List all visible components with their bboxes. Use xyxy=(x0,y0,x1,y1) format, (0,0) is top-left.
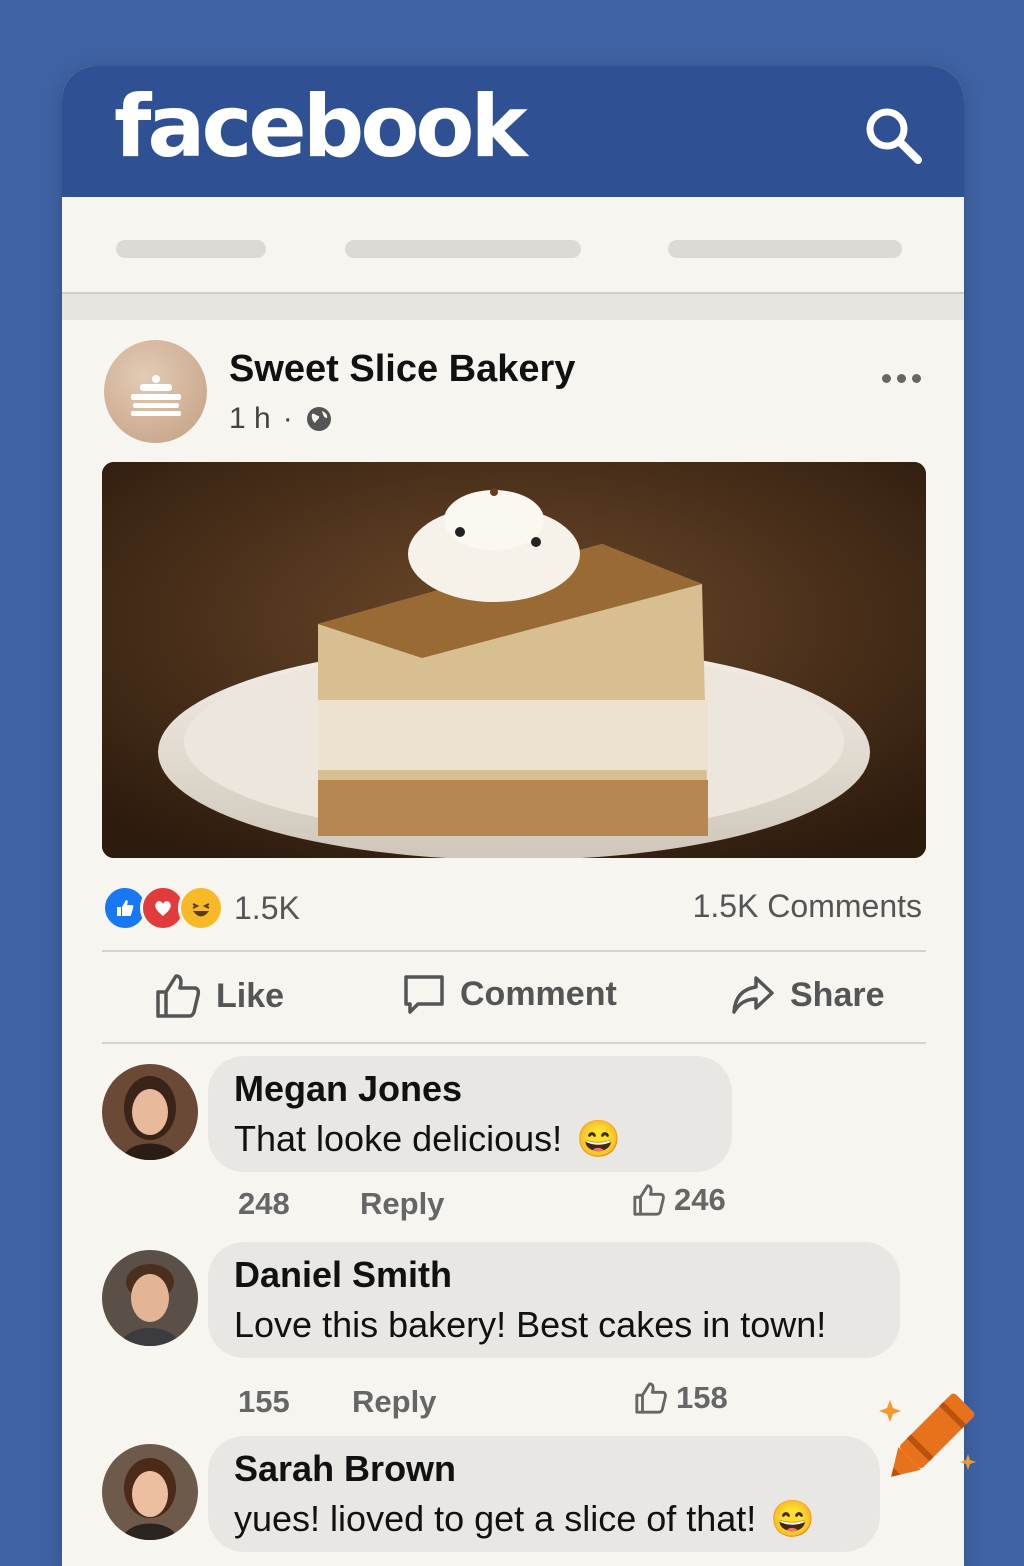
avatar-photo xyxy=(102,1250,198,1346)
tab-placeholder-3[interactable] xyxy=(668,240,902,258)
top-bar: facebook xyxy=(62,66,964,197)
dot-icon xyxy=(912,373,921,383)
cake-icon xyxy=(131,375,181,416)
divider xyxy=(102,950,926,952)
facebook-logo[interactable]: facebook xyxy=(114,84,528,170)
comment-icon xyxy=(404,975,444,1014)
comment-count: 248 xyxy=(238,1186,290,1221)
share-icon xyxy=(732,976,774,1014)
share-button[interactable]: Share xyxy=(730,972,885,1018)
comment-author[interactable]: Daniel Smith xyxy=(234,1254,874,1296)
avatar-photo xyxy=(102,1064,198,1160)
comment-text: Love this bakery! Best cakes in town! xyxy=(234,1304,827,1345)
comment-emoji: 😄 xyxy=(576,1118,622,1159)
comment-text-row: That looke delicious! 😄 xyxy=(234,1118,706,1160)
search-icon xyxy=(866,108,922,164)
cake-slice-photo xyxy=(102,462,926,858)
reply-button[interactable]: Reply xyxy=(360,1186,444,1222)
comment-label: Comment xyxy=(460,974,617,1013)
comment-button[interactable]: Comment xyxy=(402,972,617,1016)
like-count: 246 xyxy=(674,1182,726,1217)
meta-separator: · xyxy=(282,402,293,435)
facebook-app-frame: facebook Sweet Slice Bakery 1 h · 1.5K 1… xyxy=(62,66,964,1566)
section-divider xyxy=(62,292,964,320)
haha-reaction-icon xyxy=(178,885,224,931)
avatar[interactable] xyxy=(102,1444,198,1540)
comments-count[interactable]: 1.5K Comments xyxy=(693,888,922,925)
thumbs-up-icon xyxy=(633,1184,665,1216)
reply-button[interactable]: Reply xyxy=(352,1384,436,1420)
like-count: 158 xyxy=(676,1380,728,1415)
comment-bubble[interactable]: Megan Jones That looke delicious! 😄 xyxy=(208,1056,732,1172)
comment-emoji: 😄 xyxy=(770,1498,816,1539)
comment-text-row: Love this bakery! Best cakes in town! xyxy=(234,1304,874,1346)
comment-bubble[interactable]: Daniel Smith Love this bakery! Best cake… xyxy=(208,1242,900,1358)
dot-icon xyxy=(882,373,891,383)
comment-text: That looke delicious! xyxy=(234,1118,563,1159)
tab-placeholder-1[interactable] xyxy=(116,240,266,258)
page-avatar[interactable] xyxy=(104,340,207,443)
comment-bubble[interactable]: Sarah Brown yues! lioved to get a slice … xyxy=(208,1436,880,1552)
page-name[interactable]: Sweet Slice Bakery xyxy=(229,348,575,391)
avatar[interactable] xyxy=(102,1250,198,1346)
comment-author[interactable]: Megan Jones xyxy=(234,1068,706,1110)
like-button[interactable]: Like xyxy=(154,972,284,1020)
like-label: Like xyxy=(216,976,285,1015)
post-time[interactable]: 1 h xyxy=(229,402,271,436)
post-actions: Like Comment Share xyxy=(102,954,926,1042)
nav-tabs xyxy=(62,197,964,293)
post-meta: 1 h · xyxy=(229,402,333,436)
avatar[interactable] xyxy=(102,1064,198,1160)
tab-placeholder-2[interactable] xyxy=(345,240,581,258)
reaction-count: 1.5K xyxy=(234,889,300,926)
avatar-photo xyxy=(102,1444,198,1540)
comment-author[interactable]: Sarah Brown xyxy=(234,1448,854,1490)
comment-text: yues! lioved to get a slice of that! xyxy=(234,1498,757,1539)
thumbs-up-icon xyxy=(156,974,201,1018)
reactions-summary[interactable]: 1.5K xyxy=(102,885,300,931)
post-image[interactable] xyxy=(102,462,926,858)
more-options-button[interactable] xyxy=(882,366,926,390)
share-label: Share xyxy=(790,975,885,1014)
comment-count: 155 xyxy=(238,1384,290,1419)
crayon-icon xyxy=(879,1393,976,1477)
divider xyxy=(102,1042,926,1044)
thumbs-up-icon xyxy=(635,1382,667,1414)
comment-like-count[interactable]: 158 xyxy=(634,1380,728,1416)
search-button[interactable] xyxy=(860,102,926,168)
comment-text-row: yues! lioved to get a slice of that! 😄 xyxy=(234,1498,854,1540)
globe-icon xyxy=(306,407,331,431)
dot-icon xyxy=(897,373,906,383)
comment-like-count[interactable]: 246 xyxy=(632,1182,726,1218)
